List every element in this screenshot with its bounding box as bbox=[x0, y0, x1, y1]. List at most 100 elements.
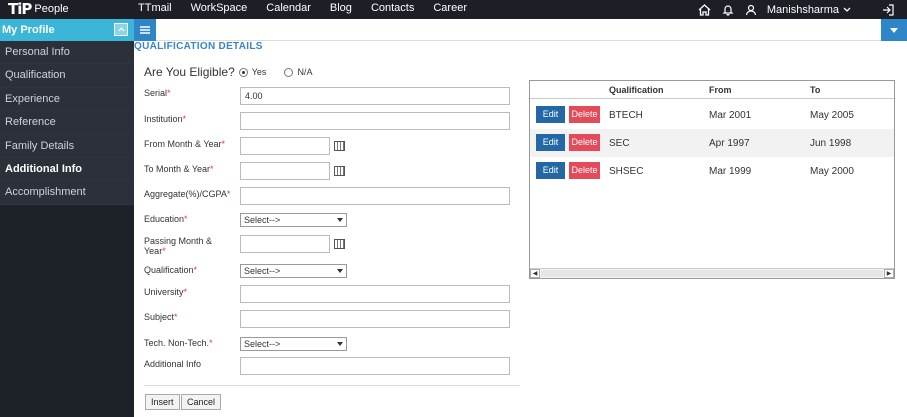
sidebar-item-experience[interactable]: Experience bbox=[0, 87, 134, 112]
cell-to: May 2000 bbox=[810, 166, 854, 177]
nav-career[interactable]: Career bbox=[433, 0, 467, 19]
hamburger-icon bbox=[140, 26, 150, 34]
cell-qualification: SHSEC bbox=[609, 166, 644, 177]
scrollbar-thumb[interactable] bbox=[541, 270, 883, 277]
logo-mark: TiP bbox=[8, 0, 32, 18]
to-date-input[interactable] bbox=[240, 162, 330, 180]
subject-input[interactable] bbox=[240, 310, 510, 328]
sidebar: My Profile Personal Info Qualification E… bbox=[0, 19, 134, 417]
eligibility-question: Are You Eligible? bbox=[144, 65, 235, 79]
qualification-select[interactable]: Select--> bbox=[240, 264, 347, 278]
subject-label: Subject* bbox=[144, 312, 178, 322]
content-header bbox=[134, 19, 907, 41]
cell-to: May 2005 bbox=[810, 110, 854, 121]
delete-button[interactable]: Delete bbox=[569, 134, 600, 151]
table-row: Edit Delete SHSEC Mar 1999 May 2000 bbox=[530, 157, 894, 185]
aggregate-label: Aggregate(%)/CGPA* bbox=[144, 189, 231, 199]
section-title: QUALIFICATION DETAILS bbox=[134, 41, 263, 52]
cell-to: Jun 1998 bbox=[810, 138, 852, 149]
eligibility-row: Are You Eligible? Yes N/A bbox=[144, 65, 326, 79]
cell-from: Apr 1997 bbox=[709, 138, 750, 149]
university-label: University* bbox=[144, 287, 188, 297]
chevron-down-icon bbox=[843, 7, 851, 12]
cell-from: Mar 1999 bbox=[709, 166, 752, 177]
cell-qualification: SEC bbox=[609, 138, 630, 149]
radio-na-label: N/A bbox=[297, 67, 313, 77]
education-label: Education* bbox=[144, 214, 188, 224]
aggregate-input[interactable] bbox=[240, 187, 510, 205]
cell-qualification: BTECH bbox=[609, 110, 643, 121]
sidebar-item-family-details[interactable]: Family Details bbox=[0, 134, 134, 158]
from-date-input[interactable] bbox=[240, 137, 330, 155]
nav-contacts[interactable]: Contacts bbox=[371, 0, 414, 19]
edit-button[interactable]: Edit bbox=[536, 162, 565, 179]
col-to[interactable]: To bbox=[810, 85, 820, 95]
sidebar-item-additional-info[interactable]: Additional Info bbox=[0, 157, 134, 182]
tech-select[interactable]: Select--> bbox=[240, 337, 347, 351]
qualification-label: Qualification* bbox=[144, 265, 198, 275]
caret-down-icon bbox=[337, 342, 343, 346]
bell-icon[interactable] bbox=[718, 0, 738, 19]
qualification-grid: Qualification From To Edit Delete BTECH … bbox=[529, 80, 895, 279]
col-qualification[interactable]: Qualification bbox=[609, 85, 664, 95]
delete-button[interactable]: Delete bbox=[569, 162, 600, 179]
serial-label: Serial* bbox=[144, 88, 171, 98]
calendar-icon[interactable] bbox=[334, 239, 345, 249]
user-menu[interactable]: Manishsharma bbox=[767, 4, 851, 16]
sidebar-item-personal-info[interactable]: Personal Info bbox=[0, 41, 134, 65]
institution-label: Institution* bbox=[144, 114, 187, 124]
radio-na[interactable] bbox=[284, 67, 294, 77]
header-dropdown-button[interactable] bbox=[881, 19, 907, 41]
menu-toggle-button[interactable] bbox=[134, 19, 156, 41]
radio-yes-label: Yes bbox=[251, 67, 267, 77]
nav-ttmail[interactable]: TTmail bbox=[138, 0, 172, 19]
nav-blog[interactable]: Blog bbox=[330, 0, 352, 19]
cancel-button[interactable]: Cancel bbox=[181, 394, 222, 410]
table-row: Edit Delete SEC Apr 1997 Jun 1998 bbox=[530, 129, 894, 157]
top-right-tools: Manishsharma bbox=[692, 0, 907, 19]
horizontal-scrollbar[interactable]: ◀ ▶ bbox=[530, 268, 894, 278]
logo-text: People bbox=[34, 3, 69, 15]
edit-button[interactable]: Edit bbox=[536, 106, 565, 123]
logout-icon[interactable] bbox=[878, 0, 898, 19]
sidebar-title: My Profile bbox=[2, 24, 55, 36]
nav-calendar[interactable]: Calendar bbox=[266, 0, 311, 19]
top-nav: TTmail WorkSpace Calendar Blog Contacts … bbox=[138, 0, 486, 19]
edit-button[interactable]: Edit bbox=[536, 134, 565, 151]
brand-logo[interactable]: TiP People bbox=[8, 0, 69, 19]
additional-info-input[interactable] bbox=[240, 357, 510, 375]
user-icon[interactable] bbox=[741, 0, 761, 19]
university-input[interactable] bbox=[240, 285, 510, 303]
top-navbar: TiP People TTmail WorkSpace Calendar Blo… bbox=[0, 0, 907, 19]
nav-workspace[interactable]: WorkSpace bbox=[191, 0, 248, 19]
scroll-left-icon[interactable]: ◀ bbox=[530, 269, 540, 278]
radio-yes[interactable] bbox=[238, 67, 248, 77]
serial-input[interactable]: 4.00 bbox=[240, 87, 510, 105]
institution-input[interactable] bbox=[240, 112, 510, 130]
caret-down-icon bbox=[337, 218, 343, 222]
scroll-right-icon[interactable]: ▶ bbox=[884, 269, 894, 278]
education-select[interactable]: Select--> bbox=[240, 213, 347, 227]
to-date-label: To Month & Year* bbox=[144, 164, 214, 174]
chevron-up-icon bbox=[118, 27, 124, 32]
insert-button[interactable]: Insert bbox=[145, 394, 180, 410]
user-name: Manishsharma bbox=[766, 3, 839, 16]
calendar-icon[interactable] bbox=[334, 141, 345, 151]
passing-date-input[interactable] bbox=[240, 235, 330, 253]
col-from[interactable]: From bbox=[709, 85, 732, 95]
table-row: Edit Delete BTECH Mar 2001 May 2005 bbox=[530, 101, 894, 129]
sidebar-item-accomplishment[interactable]: Accomplishment bbox=[0, 181, 134, 205]
tech-label: Tech. Non-Tech.* bbox=[144, 338, 213, 348]
grid-header: Qualification From To bbox=[530, 81, 894, 99]
home-icon[interactable] bbox=[695, 0, 715, 19]
caret-down-icon bbox=[337, 269, 343, 273]
sidebar-item-reference[interactable]: Reference bbox=[0, 111, 134, 135]
form-divider bbox=[144, 385, 520, 386]
from-date-label: From Month & Year* bbox=[144, 139, 226, 149]
delete-button[interactable]: Delete bbox=[569, 106, 600, 123]
sidebar-item-qualification[interactable]: Qualification bbox=[0, 64, 134, 88]
calendar-icon[interactable] bbox=[334, 166, 345, 176]
sidebar-header: My Profile bbox=[0, 19, 134, 41]
sidebar-collapse-button[interactable] bbox=[114, 23, 128, 36]
cell-from: Mar 2001 bbox=[709, 110, 752, 121]
